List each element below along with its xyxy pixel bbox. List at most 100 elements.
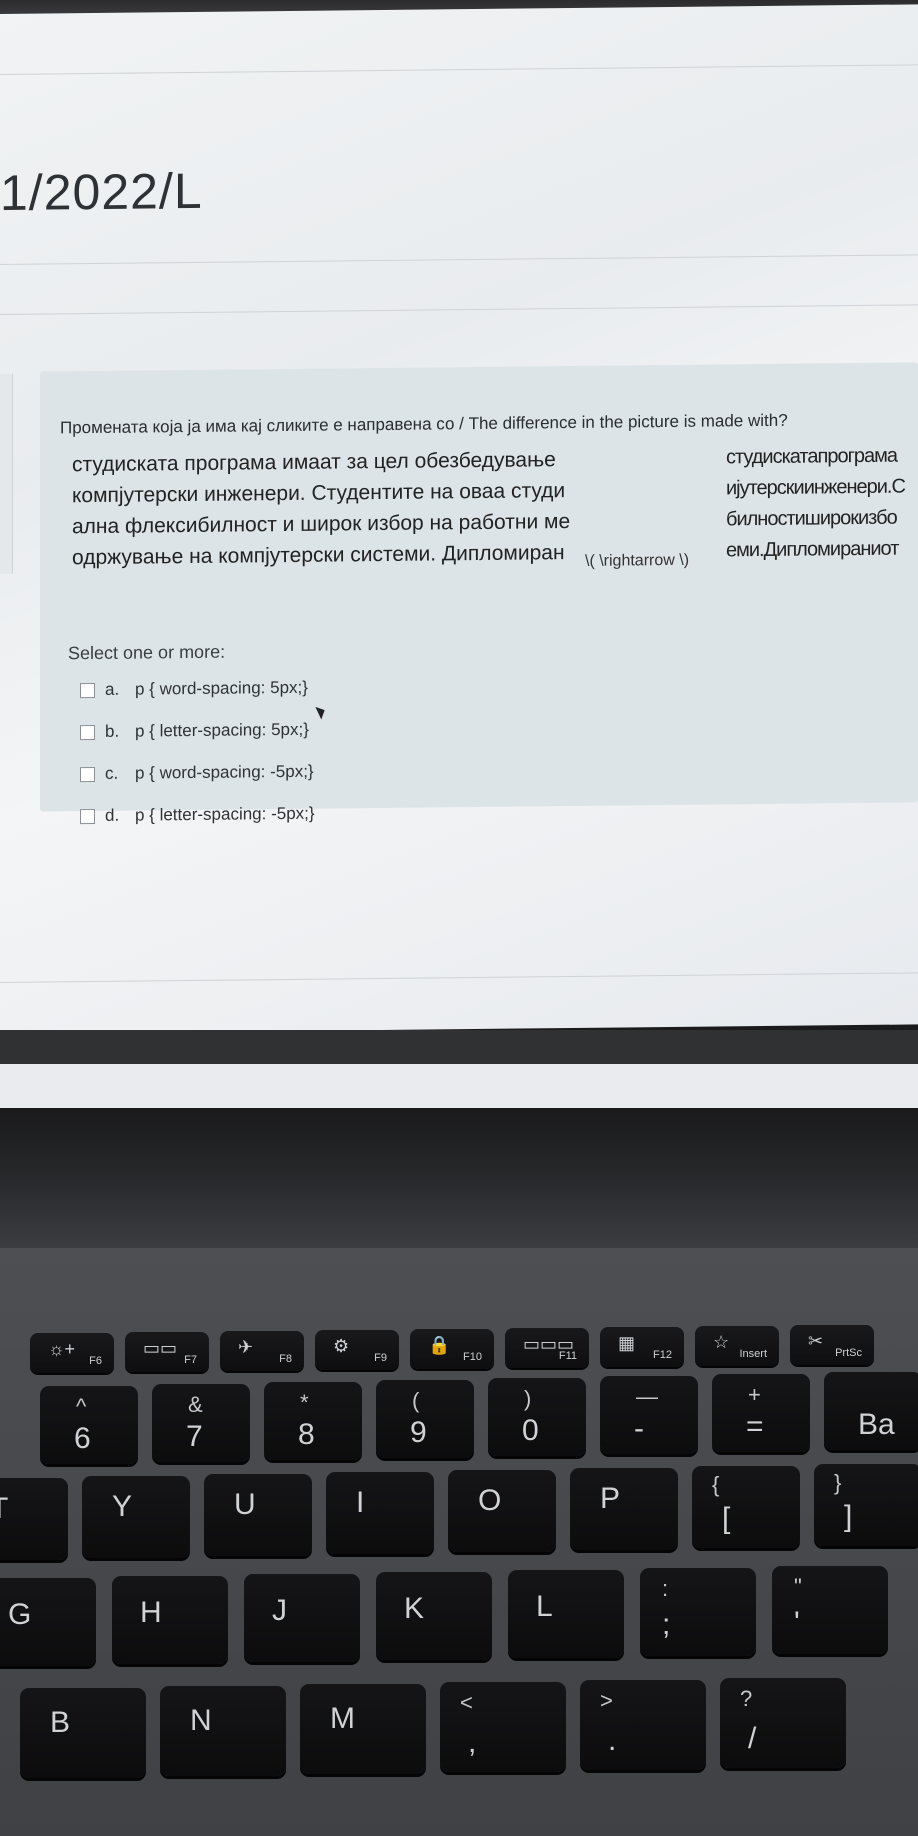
checkbox[interactable]	[80, 724, 95, 740]
key-label: N	[190, 1704, 212, 1737]
function-key-icon: ✈	[238, 1337, 254, 1357]
key-shift-label: <	[460, 1690, 473, 1715]
key-label: T	[0, 1492, 8, 1526]
arrow-label: \( \rightarrow \)	[585, 551, 690, 570]
key-label: I	[356, 1486, 365, 1519]
key-label: J	[272, 1594, 287, 1627]
function-key-insert[interactable]: ☆ Insert	[695, 1326, 779, 1366]
option-c[interactable]: c. p { word-spacing: -5px;}	[80, 762, 314, 784]
key-9[interactable]: (9	[376, 1380, 474, 1458]
function-key-icon: ▦	[618, 1333, 636, 1353]
divider	[0, 254, 918, 265]
function-key-icon: ☼+	[48, 1339, 76, 1359]
function-key-f8[interactable]: ✈ F8	[220, 1331, 304, 1371]
option-d[interactable]: d. p { letter-spacing: -5px;}	[80, 804, 315, 826]
key-shift-label: )	[524, 1386, 532, 1411]
key-M[interactable]: M	[300, 1684, 426, 1774]
function-key-f7[interactable]: ▭▭ F7	[125, 1332, 209, 1372]
sample-image-original: студиската програма имаат за цел обезбед…	[72, 444, 592, 573]
key-label: ;	[662, 1608, 671, 1641]
key-shift-label: {	[712, 1472, 720, 1497]
key-P[interactable]: P	[570, 1468, 678, 1550]
laptop-hinge	[0, 1108, 918, 1248]
function-key-label: Insert	[739, 1348, 767, 1360]
key-][interactable]: }]	[814, 1464, 918, 1546]
function-key-f9[interactable]: ⚙ F9	[315, 1330, 399, 1370]
key-.[interactable]: >.	[580, 1680, 706, 1770]
key-0[interactable]: ) 0	[488, 1378, 586, 1456]
key-I[interactable]: I	[326, 1472, 434, 1554]
key-label: P	[600, 1482, 621, 1515]
checkbox[interactable]	[80, 808, 95, 824]
function-key-f10[interactable]: 🔒 F10	[410, 1329, 494, 1369]
function-key-label: PrtSc	[835, 1347, 862, 1359]
function-key-icon: ⚙	[333, 1336, 350, 1356]
key-G[interactable]: G	[0, 1578, 96, 1666]
key-shift-label: ^	[76, 1394, 87, 1419]
key-6[interactable]: ^ 6	[40, 1386, 138, 1464]
key-/[interactable]: ? /	[720, 1678, 846, 1768]
key-shift-label: —	[636, 1384, 658, 1409]
key--[interactable]: — -	[600, 1376, 698, 1454]
key-shift-label: "	[794, 1574, 802, 1599]
key-K[interactable]: K	[376, 1572, 492, 1660]
sample-line: ијутерскиинженери.С	[726, 475, 905, 500]
key-label: =	[746, 1410, 764, 1443]
key-'[interactable]: " '	[772, 1566, 888, 1654]
key-O[interactable]: O	[448, 1470, 556, 1552]
key-label: 7	[186, 1420, 203, 1453]
key-U[interactable]: U	[204, 1474, 312, 1556]
checkbox[interactable]	[80, 766, 95, 782]
key-shift-label: ?	[740, 1686, 753, 1711]
key-J[interactable]: J	[244, 1574, 360, 1662]
function-key-prtsc[interactable]: ✂ PrtSc	[790, 1325, 874, 1365]
key-Ba[interactable]: Ba	[824, 1372, 918, 1450]
key-7[interactable]: & 7	[152, 1384, 250, 1462]
option-letter: b.	[105, 721, 120, 741]
function-key-f6[interactable]: ☼+ F6	[30, 1333, 114, 1373]
key-B[interactable]: B	[20, 1688, 146, 1778]
key-L[interactable]: L	[508, 1570, 624, 1658]
key-label: G	[8, 1598, 32, 1631]
key-N[interactable]: N	[160, 1686, 286, 1776]
key-Y[interactable]: Y	[82, 1476, 190, 1558]
key-label: '	[794, 1606, 800, 1639]
laptop-screen: 1/2022/L Промената која ја има кај слики…	[0, 4, 918, 1035]
key-T[interactable]: T	[0, 1478, 68, 1560]
key-=[interactable]: + =	[712, 1374, 810, 1452]
key-,[interactable]: <,	[440, 1682, 566, 1772]
key-label: 8	[298, 1418, 315, 1451]
option-label: p { word-spacing: 5px;}	[135, 677, 308, 699]
key-H[interactable]: H	[112, 1576, 228, 1664]
key-label: ,	[468, 1726, 477, 1759]
function-key-f12[interactable]: ▦ F12	[600, 1327, 684, 1367]
function-key-label: F12	[653, 1349, 672, 1361]
key-shift-label: >	[600, 1688, 613, 1713]
function-key-label: F10	[463, 1351, 482, 1363]
question-info-panel	[0, 373, 13, 574]
key-;[interactable]: :;	[640, 1568, 756, 1656]
option-b[interactable]: b. p { letter-spacing: 5px;}	[80, 720, 309, 742]
option-letter: d.	[105, 805, 120, 825]
function-key-icon: ▭▭	[143, 1338, 178, 1358]
function-key-icon: ☆	[713, 1332, 730, 1352]
sample-image-modified: студискатапрограма ијутерскиинженери.С б…	[726, 440, 918, 566]
key-[[interactable]: {[	[692, 1466, 800, 1548]
key-label: 9	[410, 1416, 427, 1449]
key-shift-label: +	[748, 1382, 761, 1407]
key-8[interactable]: * 8	[264, 1382, 362, 1460]
function-key-label: F6	[89, 1355, 102, 1367]
taskbar	[0, 1030, 918, 1064]
key-label: Ba	[858, 1408, 895, 1441]
function-key-label: F9	[374, 1352, 387, 1364]
checkbox[interactable]	[80, 682, 95, 698]
page-title: 1/2022/L	[0, 162, 203, 221]
key-label: U	[234, 1488, 256, 1521]
function-key-f11[interactable]: ▭▭▭ F11	[505, 1328, 589, 1368]
option-label: p { letter-spacing: -5px;}	[135, 803, 315, 825]
divider	[0, 304, 918, 315]
option-a[interactable]: a. p { word-spacing: 5px;}	[80, 678, 308, 700]
key-shift-label: *	[300, 1390, 309, 1415]
key-label: [	[722, 1502, 731, 1535]
key-label: K	[404, 1592, 425, 1625]
